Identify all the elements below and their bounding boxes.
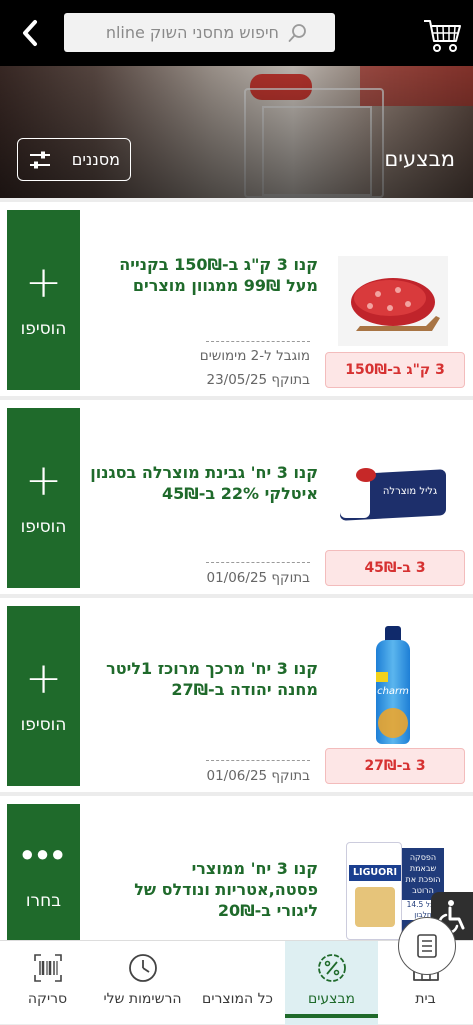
deal-card: ●●● בחרו קנו 3 יח' ממוצרי פסטה,אטריות ונ… — [0, 796, 473, 940]
nav-item-label: סריקה — [27, 991, 68, 1007]
deal-validity: בתוקף 01/06/25 — [206, 768, 310, 784]
deal-title: קנו 3 יח' מרכך מרוכז 1ליטר מחנה יהודה ב-… — [106, 659, 318, 699]
deal-badge: 3 ב-27₪ — [325, 748, 465, 784]
active-tab-indicator — [285, 1014, 378, 1018]
deal-title: קנו 3 יח' גבינת מוצרלה בסגנון איטלקי 22%… — [90, 463, 318, 503]
deal-title: קנו 3 ק"ג ב-150₪ בקנייה מעל 99₪ ממגוון מ… — [119, 255, 318, 295]
choose-button[interactable]: ●●● בחרו — [7, 804, 80, 940]
pasta-image: LIGUORI — [346, 842, 402, 940]
divider — [206, 760, 310, 761]
divider — [206, 562, 310, 563]
divider — [206, 341, 310, 342]
add-button[interactable]: + הוסיפו — [7, 210, 80, 390]
softener-bottle-image: charm — [338, 626, 448, 748]
nav-item-label: מבצעים — [307, 991, 356, 1007]
notice-text: הפסקה שבאמת הופכת את הרוטב — [405, 853, 441, 895]
package-label: charm — [377, 686, 409, 697]
deal-validity: בתוקף 01/06/25 — [206, 570, 310, 586]
barcode-scan-icon — [33, 954, 62, 982]
add-button-label: הוסיפו — [20, 517, 67, 537]
choose-button-label: בחרו — [25, 891, 62, 911]
plus-icon: + — [25, 257, 62, 308]
nav-item-scan[interactable]: סריקה — [0, 941, 95, 1025]
deal-badge: 3 ב-45₪ — [325, 550, 465, 586]
deal-limit: מוגבל ל-2 מימושים — [199, 348, 310, 364]
search-input[interactable] — [64, 17, 279, 48]
back-button[interactable] — [14, 16, 46, 50]
page-title: מבצעים — [384, 147, 455, 171]
mozzarella-image: גליל מוצרלה — [338, 464, 448, 534]
search-bar[interactable] — [64, 13, 335, 52]
ellipsis-icon: ●●● — [20, 842, 67, 867]
search-icon — [288, 23, 306, 42]
nav-item-all-products[interactable]: כל המוצרים — [190, 917, 456, 1025]
deal-card: + הוסיפו קנו 3 יח' גבינת מוצרלה בסגנון א… — [0, 400, 473, 594]
nav-item-my-lists[interactable]: הרשימות שלי — [95, 941, 190, 1025]
top-bar — [0, 0, 473, 66]
cart-icon[interactable] — [422, 14, 462, 54]
deal-validity: בתוקף 23/05/25 — [206, 372, 310, 388]
nav-item-label: הרשימות שלי — [103, 991, 182, 1007]
plus-icon: + — [25, 653, 62, 704]
deal-card: + הוסיפו קנו 3 יח' מרכך מרוכז 1ליטר מחנה… — [0, 598, 473, 792]
filters-button[interactable]: מסננים — [17, 138, 131, 181]
clock-icon — [128, 954, 157, 982]
add-button-label: הוסיפו — [20, 715, 67, 735]
sliders-icon — [30, 151, 50, 168]
percent-badge-icon — [317, 954, 346, 982]
package-label: LIGUORI — [349, 865, 401, 881]
list-icon — [417, 934, 437, 958]
filters-label: מסננים — [71, 150, 120, 169]
nav-item-deals[interactable]: מבצעים — [285, 941, 378, 1025]
bottom-navigation: בית מבצעים כל המוצרים הרשימות שלי סריקה — [0, 917, 473, 1025]
deal-title: קנו 3 יח' ממוצרי פסטה,אטריות ונודלס של ל… — [134, 859, 318, 920]
deal-card: + הוסיפו קנו 3 ק"ג ב-150₪ בקנייה מעל 99₪… — [0, 202, 473, 396]
all-products-circle — [398, 917, 456, 975]
add-button[interactable]: + הוסיפו — [7, 606, 80, 786]
ground-meat-image — [338, 256, 448, 346]
add-button[interactable]: + הוסיפו — [7, 408, 80, 588]
chevron-left-icon — [23, 20, 37, 46]
deal-badge: 3 ק"ג ב-150₪ — [325, 352, 465, 388]
nav-item-label: כל המוצרים — [202, 991, 273, 1007]
package-label: גליל מוצרלה — [382, 486, 438, 497]
nav-item-label: בית — [415, 991, 436, 1007]
add-button-label: הוסיפו — [20, 319, 67, 339]
plus-icon: + — [25, 455, 62, 506]
